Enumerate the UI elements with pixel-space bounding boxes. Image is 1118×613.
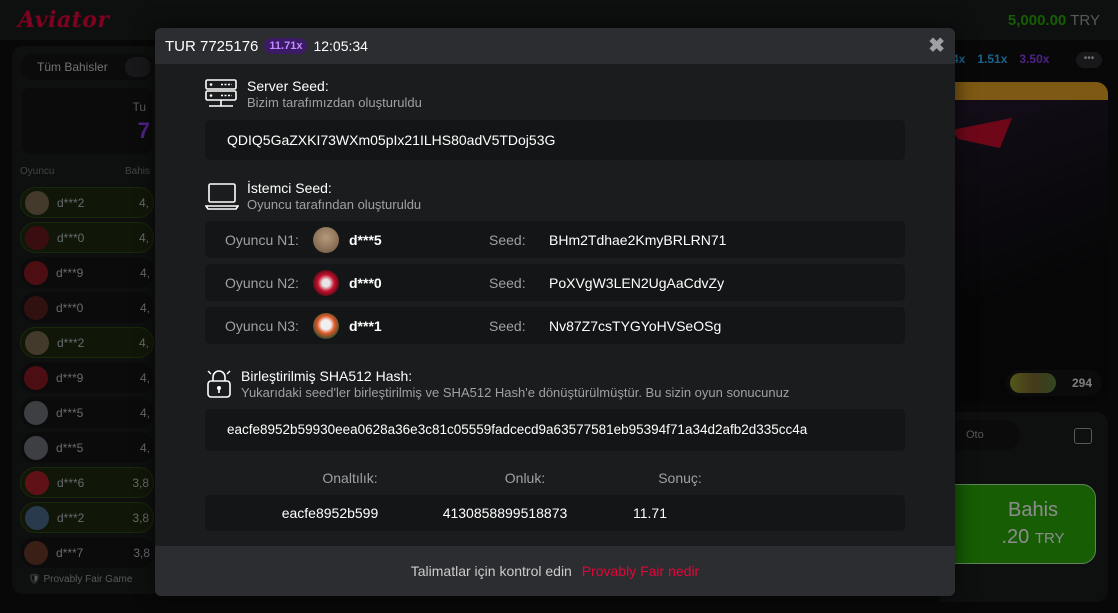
result-header: Onaltılık: Onluk: Sonuç: [205,470,905,488]
player-number-label: Oyuncu N3: [225,317,299,334]
player-name: d***1 [349,317,382,334]
player-avatar [313,269,339,296]
dec-label: Onluk: [504,470,546,486]
seed-label: Seed: [489,231,526,248]
client-seed-row: Oyuncu N2: d***0 Seed: PoXVgW3LEN2UgAaCd… [205,264,905,301]
server-seed-title: Server Seed: [247,78,329,94]
player-name: d***0 [349,274,382,291]
modal-header: TUR 7725176 11.71x 12:05:34 ✖ [155,28,955,64]
lock-icon [207,370,231,398]
seed-label: Seed: [489,317,526,334]
result-value: 11.71 [633,505,667,521]
server-seed-header: Server Seed: Bizim tarafımızdan oluşturu… [205,78,422,110]
player-number-label: Oyuncu N2: [225,274,299,291]
server-icon [205,79,237,107]
player-seed: BHm2Tdhae2KmyBRLRN71 [549,231,727,248]
client-seed-title: İstemci Seed: [247,180,332,196]
result-row: eacfe8952b599 4130858899518873 11.71 [205,495,905,531]
client-seed-header: İstemci Seed: Oyuncu tarafından oluşturu… [205,180,421,212]
provably-fair-modal: TUR 7725176 11.71x 12:05:34 ✖ Server See… [155,28,955,596]
hash-header: Birleştirilmiş SHA512 Hash: Yukarıdaki s… [205,368,789,400]
laptop-icon [205,183,239,210]
hash-value: eacfe8952b59930eea0628a36e3c81c05559fadc… [205,409,905,451]
dec-value: 4130858899518873 [442,505,568,521]
player-avatar [313,226,339,253]
footer-text: Talimatlar için kontrol edin [410,563,572,579]
round-time: 12:05:34 [313,38,368,54]
player-name: d***5 [349,231,382,248]
player-number-label: Oyuncu N1: [225,231,299,248]
client-seed-row: Oyuncu N1: d***5 Seed: BHm2Tdhae2KmyBRLR… [205,221,905,258]
modal-footer: Talimatlar için kontrol edin Provably Fa… [155,546,955,596]
close-icon[interactable]: ✖ [928,36,945,56]
server-seed-subtitle: Bizim tarafımızdan oluşturuldu [247,95,422,110]
result-label: Sonuç: [658,470,702,486]
round-multiplier-badge: 11.71x [264,38,308,54]
player-seed: PoXVgW3LEN2UgAaCdvZy [549,274,725,291]
round-id: TUR 7725176 [165,37,259,55]
seed-label: Seed: [489,274,526,291]
client-seed-row: Oyuncu N3: d***1 Seed: Nv87Z7csTYGYoHVSe… [205,307,905,344]
provably-fair-link[interactable]: Provably Fair nedir [582,563,700,579]
player-seed: Nv87Z7csTYGYoHVSeOSg [549,317,722,334]
hash-subtitle: Yukarıdaki seed'ler birleştirilmiş ve SH… [241,385,790,400]
hash-title: Birleştirilmiş SHA512 Hash: [241,368,413,384]
hex-value: eacfe8952b599 [281,505,379,521]
server-seed-value: QDIQ5GaZXKI73WXm05pIx21ILHS80adV5TDoj53G [205,120,905,160]
hex-label: Onaltılık: [322,470,378,486]
player-avatar [313,312,339,339]
client-seed-subtitle: Oyuncu tarafından oluşturuldu [247,197,422,212]
